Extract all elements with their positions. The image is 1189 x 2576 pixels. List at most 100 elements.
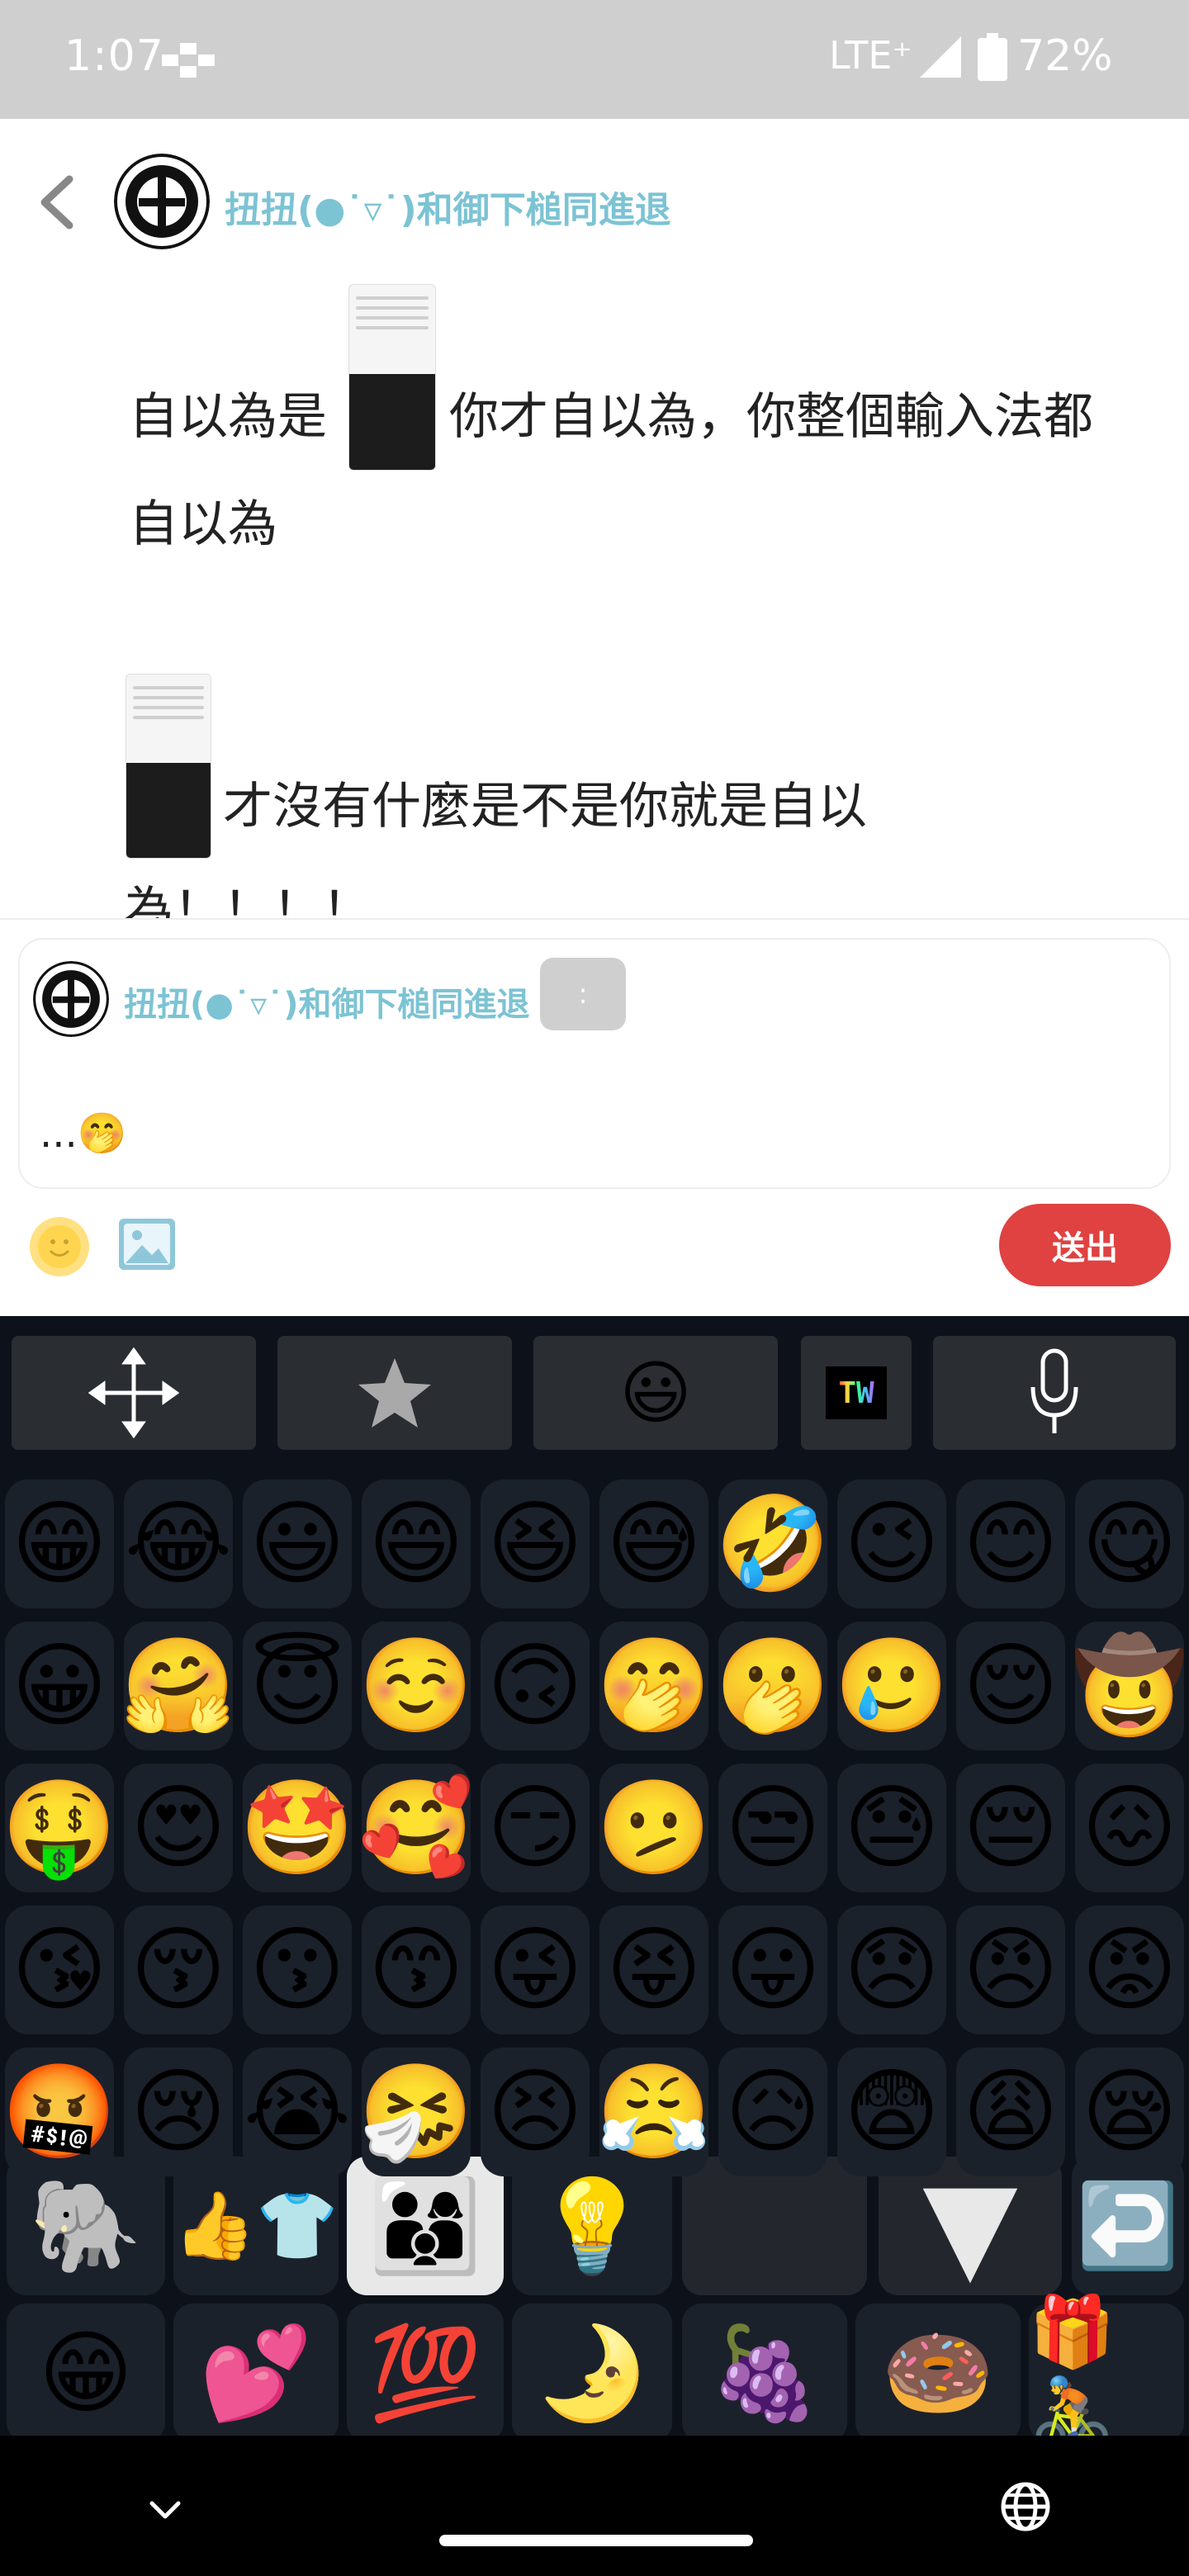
crest-avatar-icon <box>114 154 210 249</box>
emoji-key[interactable]: 😁 <box>0 1473 119 1615</box>
emoji-key[interactable]: 😣 <box>476 2041 594 2183</box>
language-tw-key[interactable]: TW <box>801 1336 912 1450</box>
emoji-key[interactable]: 😝 <box>594 1899 713 2041</box>
emoji-key[interactable]: 🤭 <box>594 1615 713 1757</box>
emoji-key[interactable]: 😏 <box>476 1757 594 1899</box>
reply-input[interactable]: ...🤭 <box>40 1110 127 1157</box>
emoji-key[interactable]: 🤧 <box>357 2041 476 2183</box>
emoji-key[interactable]: 🤑 <box>0 1757 119 1899</box>
emoji-key[interactable]: 😔 <box>951 1757 1070 1899</box>
emoji-key[interactable]: 🙃 <box>476 1615 594 1757</box>
emoji-key[interactable]: 😥 <box>713 2041 832 2183</box>
emoji-key[interactable]: ☺️ <box>357 1615 476 1757</box>
voice-input-key[interactable] <box>933 1336 1176 1450</box>
favorites-key[interactable] <box>277 1336 512 1450</box>
emoji-key[interactable]: 🥲 <box>832 1615 951 1757</box>
emoji-key[interactable]: 🎁🚴 <box>1029 2291 1184 2454</box>
emoji-glyph: 😓 <box>843 1774 940 1882</box>
emoji-glyph: 😋 <box>1081 1490 1178 1598</box>
emoji-glyph: 😙 <box>367 1916 465 2024</box>
screenshot-thumbnail[interactable] <box>348 284 436 471</box>
emoji-key[interactable]: 🤗 <box>119 1615 238 1757</box>
emoji-glyph: 😩 <box>962 2058 1059 2166</box>
emoji-key[interactable]: 😇 <box>238 1615 357 1757</box>
back-button[interactable] <box>31 165 81 239</box>
send-button[interactable]: 送出 <box>999 1204 1171 1286</box>
emoji-key[interactable]: 😃 <box>238 1473 357 1615</box>
emoji-key[interactable]: 😖 <box>1070 1757 1189 1899</box>
emoji-key[interactable]: 😜 <box>476 1899 594 2041</box>
emoji-key[interactable]: 😙 <box>357 1899 476 2041</box>
emoji-glyph: 😣 <box>486 2058 584 2166</box>
emoji-key[interactable]: 😉 <box>832 1473 951 1615</box>
emoji-key[interactable]: 😋 <box>1070 1473 1189 1615</box>
emoji-glyph: 😛 <box>724 1916 822 2024</box>
emoji-key[interactable]: 🤬 <box>0 2041 119 2183</box>
emoji-glyph: 🥰 <box>358 1774 474 1882</box>
emoji-key[interactable]: 💕 <box>173 2304 339 2442</box>
status-bar: 1:07 LTE⁺ 72% <box>0 0 1189 119</box>
emoji-key[interactable]: 😚 <box>119 1899 238 2041</box>
signal-icon <box>920 36 961 78</box>
emoji-glyph: 😌 <box>962 1632 1059 1740</box>
emoji-key[interactable]: 😁 <box>7 2304 165 2442</box>
status-time: 1:07 <box>64 31 164 81</box>
emoji-key[interactable]: 😊 <box>951 1473 1070 1615</box>
emoji-glyph: 🤑 <box>2 1774 117 1882</box>
screenshot-thumbnail[interactable] <box>126 674 211 859</box>
move-keyboard-key[interactable] <box>12 1336 256 1450</box>
globe-icon[interactable] <box>999 2480 1052 2533</box>
emoji-key[interactable]: 💯 <box>347 2304 504 2442</box>
emoji-glyph: 😥 <box>724 2058 822 2166</box>
emoji-key[interactable]: 😘 <box>0 1899 119 2041</box>
emoji-key[interactable]: 🤩 <box>238 1757 357 1899</box>
emoji-key[interactable]: 😍 <box>119 1757 238 1899</box>
emoji-key[interactable]: 😌 <box>951 1615 1070 1757</box>
emoji-key[interactable]: 🌛 <box>512 2304 672 2442</box>
emoji-key[interactable]: 😒 <box>713 1757 832 1899</box>
reply-username: 扭扭(●˙▿˙)和御下槌同進退 <box>124 986 530 1024</box>
emoji-key[interactable]: 😪 <box>1070 2041 1189 2183</box>
emoji-key[interactable]: 😡 <box>1070 1899 1189 2041</box>
page-title[interactable]: 扭扭(●˙▿˙)和御下槌同進退 <box>225 180 671 233</box>
crest-avatar-icon <box>33 961 109 1037</box>
emoji-glyph: 😗 <box>249 1916 346 2024</box>
emoji-key[interactable]: 😛 <box>713 1899 832 2041</box>
avatar[interactable] <box>114 154 210 249</box>
emoji-glyph: 😄 <box>367 1490 465 1598</box>
emoji-key[interactable]: 🫢 <box>713 1615 832 1757</box>
emoji-glyph: 😜 <box>486 1916 584 2024</box>
emoji-key[interactable]: 😢 <box>119 2041 238 2183</box>
emoji-key[interactable]: 🤠 <box>1070 1615 1189 1757</box>
emoji-key[interactable]: 😗 <box>238 1899 357 2041</box>
emoji-key[interactable]: 😆 <box>476 1473 594 1615</box>
emoji-key[interactable]: 😭 <box>238 2041 357 2183</box>
home-handle[interactable] <box>439 2535 753 2546</box>
emoji-key[interactable]: 🫤 <box>594 1757 713 1899</box>
emoji-key[interactable]: 😠 <box>951 1899 1070 2041</box>
emoji-key[interactable]: 😓 <box>832 1757 951 1899</box>
emoji-glyph: 😊 <box>962 1490 1059 1598</box>
emoji-key[interactable]: 🍩 <box>855 2304 1021 2442</box>
emoji-key[interactable]: 😨 <box>832 2041 951 2183</box>
emoji-key[interactable]: 😂 <box>119 1473 238 1615</box>
emoji-category-key[interactable]: 😃 <box>533 1336 778 1450</box>
emoji-key[interactable]: 😤 <box>594 2041 713 2183</box>
emoji-glyph: 🤭 <box>596 1632 712 1740</box>
image-button[interactable] <box>117 1217 177 1271</box>
emoji-key[interactable]: 🤣 <box>713 1473 832 1615</box>
emoji-glyph: 😂 <box>124 1490 233 1598</box>
chevron-down-icon[interactable] <box>145 2493 185 2526</box>
emoji-key[interactable]: 😅 <box>594 1473 713 1615</box>
emoji-key[interactable]: 🥰 <box>357 1757 476 1899</box>
emoji-key[interactable]: 😞 <box>832 1899 951 2041</box>
emoji-key[interactable]: 😄 <box>357 1473 476 1615</box>
emoji-key[interactable]: 🍇 <box>682 2304 847 2442</box>
emoji-glyph: 😘 <box>11 1916 108 2024</box>
emoji-key[interactable]: 😀 <box>0 1615 119 1757</box>
emoji-key[interactable]: 😩 <box>951 2041 1070 2183</box>
emoji-glyph: 🥲 <box>834 1632 950 1740</box>
colon-chip[interactable]: : <box>540 958 626 1030</box>
emoji-button[interactable] <box>30 1217 89 1276</box>
emoji-glyph: 🙃 <box>486 1632 584 1740</box>
